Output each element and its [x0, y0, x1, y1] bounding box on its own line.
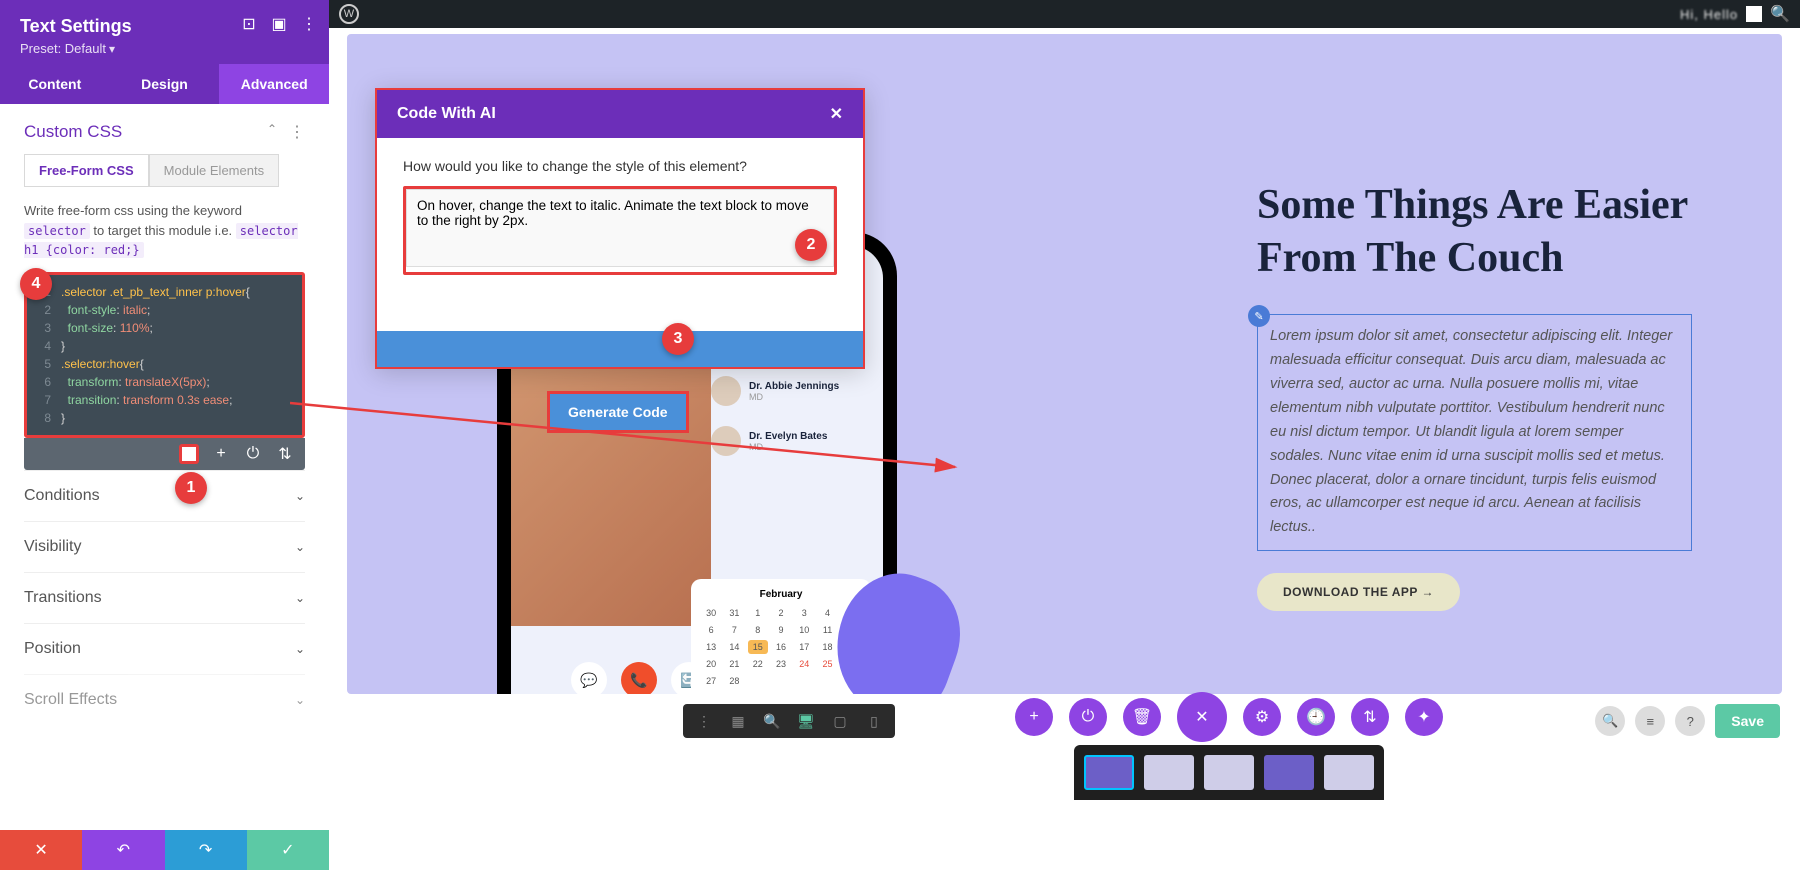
settings-sidebar: Text Settings Preset: Default ▾ ⊡ ▣ ⋮ Co…: [0, 0, 329, 870]
more-icon[interactable]: ⋮: [301, 16, 317, 32]
confirm-button[interactable]: ✓: [247, 830, 329, 870]
history-thumbnails: [1074, 745, 1384, 800]
hangup-icon: 📞: [621, 662, 657, 694]
chevron-down-icon: ⌄: [295, 540, 305, 554]
wireframe-icon[interactable]: ▦: [729, 712, 747, 730]
css-description: Write free-form css using the keyword se…: [24, 201, 305, 260]
code-with-ai-modal: Code With AI ✕ How would you like to cha…: [375, 88, 865, 369]
avatar[interactable]: [1746, 6, 1762, 22]
text-module-content: Lorem ipsum dolor sit amet, consectetur …: [1270, 325, 1679, 540]
chevron-down-icon: ⌄: [295, 591, 305, 605]
chevron-down-icon: ⌄: [295, 642, 305, 656]
history-thumb[interactable]: [1144, 755, 1194, 790]
history-button[interactable]: 🕘: [1297, 698, 1335, 736]
history-thumb[interactable]: [1204, 755, 1254, 790]
download-app-button[interactable]: DOWNLOAD THE APP →: [1257, 573, 1460, 611]
builder-action-bar: + ⏻ 🗑 ✕ ⚙ 🕘 ⇅ ✦: [1015, 692, 1443, 742]
close-icon[interactable]: ✕: [830, 104, 843, 124]
css-editor[interactable]: 1.selector .et_pb_text_inner p:hover { 2…: [24, 272, 305, 438]
history-thumb[interactable]: [1264, 755, 1314, 790]
ai-prompt-input[interactable]: On hover, change the text to italic. Ani…: [406, 189, 834, 267]
accordion-transitions[interactable]: Transitions⌄: [24, 572, 305, 623]
ai-assist-button[interactable]: ✦: [1405, 698, 1443, 736]
subtab-module-elements[interactable]: Module Elements: [149, 154, 279, 187]
swap-button[interactable]: ⇅: [1351, 698, 1389, 736]
ai-modal-title: Code With AI: [397, 105, 496, 123]
delete-button[interactable]: 🗑: [1123, 698, 1161, 736]
accordion-visibility[interactable]: Visibility⌄: [24, 521, 305, 572]
sidebar-body: Custom CSS ⌃ ⋮ Free-Form CSS Module Elem…: [0, 104, 329, 794]
chevron-down-icon: ⌄: [295, 693, 305, 707]
power-button[interactable]: ⏻: [1069, 698, 1107, 736]
builder-right-bar: 🔍 ≡ ? Save: [1595, 704, 1780, 738]
accordion-position[interactable]: Position⌄: [24, 623, 305, 674]
close-builder-button[interactable]: ✕: [1177, 692, 1227, 742]
power-icon[interactable]: ⏻: [243, 444, 263, 464]
preset-dropdown[interactable]: Preset: Default ▾: [20, 41, 309, 56]
add-icon[interactable]: +: [211, 444, 231, 464]
accordion-scroll-effects[interactable]: Scroll Effects⌄: [24, 674, 305, 725]
annotation-marker: 4: [20, 268, 52, 300]
more-icon[interactable]: ⋮: [289, 122, 305, 142]
wordpress-admin-bar: W Hi, Hello 🔍: [329, 0, 1800, 28]
tablet-icon[interactable]: ▢: [831, 712, 849, 730]
section-headline: Some Things Are Easier From The Couch: [1257, 179, 1692, 284]
tab-advanced[interactable]: Advanced: [219, 64, 329, 104]
admin-user-label[interactable]: Hi, Hello: [1680, 7, 1738, 22]
zoom-icon[interactable]: 🔍: [763, 712, 781, 730]
history-thumb[interactable]: [1324, 755, 1374, 790]
device-preview-bar: ⋮ ▦ 🔍 🖥 ▢ ▯: [683, 704, 895, 738]
annotation-marker: 1: [175, 472, 207, 504]
add-button[interactable]: +: [1015, 698, 1053, 736]
cancel-button[interactable]: ✕: [0, 830, 82, 870]
annotation-arrow: [290, 395, 970, 495]
search-icon[interactable]: 🔍: [1770, 4, 1790, 24]
sidebar-tabs: Content Design Advanced: [0, 64, 329, 104]
chat-icon: 💬: [571, 662, 607, 694]
annotation-marker: 3: [662, 323, 694, 355]
expand-icon[interactable]: ▣: [271, 16, 287, 32]
search-icon[interactable]: 🔍: [1595, 706, 1625, 736]
section-custom-css-title[interactable]: Custom CSS: [24, 122, 122, 142]
more-icon[interactable]: ⋮: [695, 712, 713, 730]
save-button[interactable]: Save: [1715, 704, 1780, 738]
tab-design[interactable]: Design: [110, 64, 220, 104]
subtab-freeform[interactable]: Free-Form CSS: [24, 154, 149, 187]
sidebar-footer: ✕ ↶ ↷ ✓: [0, 830, 329, 870]
wordpress-logo-icon[interactable]: W: [339, 4, 359, 24]
undo-button[interactable]: ↶: [82, 830, 164, 870]
annotation-marker: 2: [795, 229, 827, 261]
edit-icon[interactable]: ✎: [1248, 305, 1270, 327]
redo-button[interactable]: ↷: [165, 830, 247, 870]
desktop-icon[interactable]: 🖥: [797, 712, 815, 730]
history-thumb[interactable]: [1084, 755, 1134, 790]
help-icon[interactable]: ?: [1675, 706, 1705, 736]
focus-icon[interactable]: ⊡: [241, 16, 257, 32]
chevron-down-icon: ▾: [109, 42, 115, 56]
text-module-selected[interactable]: ✎ Lorem ipsum dolor sit amet, consectetu…: [1257, 314, 1692, 551]
tab-content[interactable]: Content: [0, 64, 110, 104]
chevron-up-icon[interactable]: ⌃: [267, 122, 277, 142]
ai-modal-question: How would you like to change the style o…: [403, 158, 837, 174]
sidebar-header: Text Settings Preset: Default ▾ ⊡ ▣ ⋮: [0, 0, 329, 64]
accordion-conditions[interactable]: Conditions⌄: [24, 470, 305, 521]
ai-button[interactable]: AI: [179, 444, 199, 464]
layers-icon[interactable]: ≡: [1635, 706, 1665, 736]
settings-button[interactable]: ⚙: [1243, 698, 1281, 736]
css-editor-toolbar: AI + ⏻ ⇅: [24, 438, 305, 470]
mobile-icon[interactable]: ▯: [865, 712, 883, 730]
